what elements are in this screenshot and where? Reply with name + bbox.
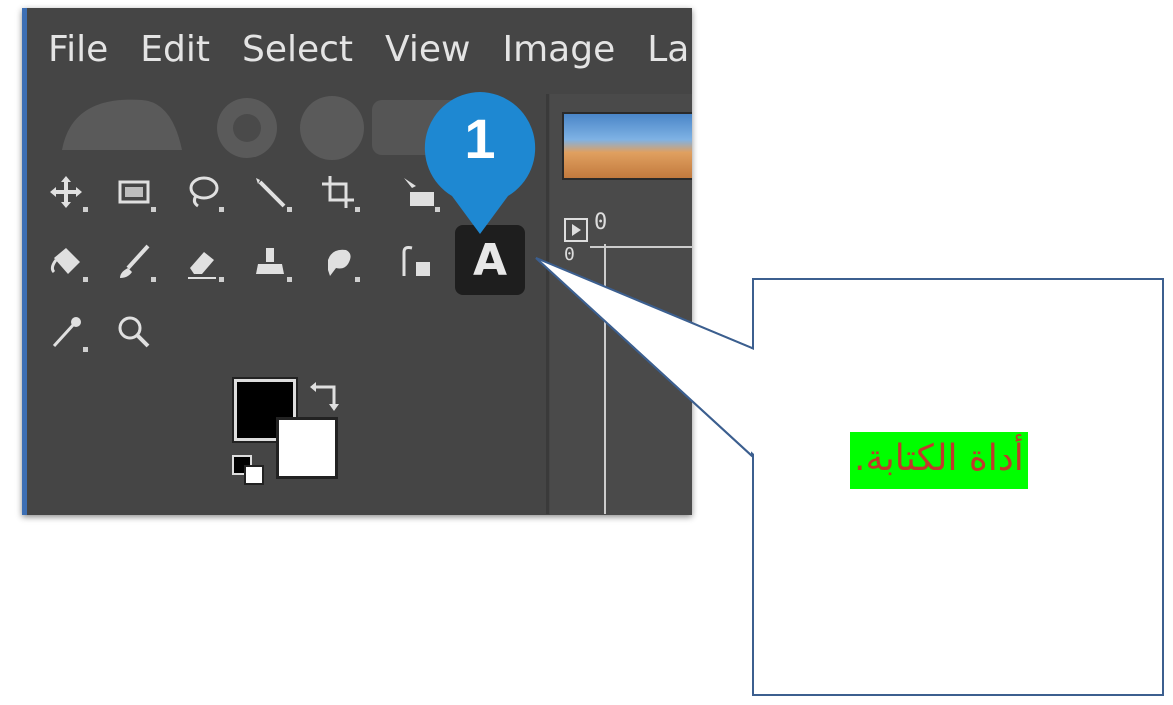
eraser-tool[interactable]: [178, 238, 226, 286]
color-picker-icon: [52, 317, 81, 348]
menu-view[interactable]: View: [385, 29, 470, 70]
ruler-v-label: 0: [564, 244, 575, 265]
paintbrush-icon: [120, 244, 150, 278]
bucket-fill-icon: [50, 248, 80, 274]
text-tool-icon: A: [472, 234, 508, 286]
smudge-tool[interactable]: [314, 238, 362, 286]
eraser-icon: [188, 252, 216, 279]
fuzzy-select-tool[interactable]: [246, 168, 294, 216]
color-picker-tool[interactable]: [42, 308, 90, 356]
zoom-tool[interactable]: [110, 308, 158, 356]
badge-number: 1: [464, 107, 496, 170]
clone-icon: [256, 248, 284, 274]
paintbrush-tool[interactable]: [110, 238, 158, 286]
menu-layer[interactable]: La: [647, 29, 689, 70]
menu-image[interactable]: Image: [502, 29, 615, 70]
fuzzy-select-icon: [256, 178, 286, 208]
menu-edit[interactable]: Edit: [140, 29, 210, 70]
crop-tool[interactable]: [314, 168, 362, 216]
navigate-icon[interactable]: [564, 218, 588, 242]
move-tool[interactable]: [42, 168, 90, 216]
paths-tool[interactable]: [392, 238, 440, 286]
image-panel: 0 0: [550, 94, 692, 515]
menubar: File Edit Select View Image La: [22, 8, 692, 90]
bucket-fill-tool[interactable]: [42, 238, 90, 286]
menu-select[interactable]: Select: [242, 29, 353, 70]
panel-divider: [546, 94, 549, 514]
callout-label: أداة الكتابة.: [850, 432, 1028, 489]
free-select-tool[interactable]: [178, 168, 226, 216]
paths-icon: [402, 246, 430, 276]
color-swatches: [222, 373, 352, 493]
move-icon: [50, 176, 82, 208]
menu-file[interactable]: File: [48, 29, 108, 70]
image-thumbnail[interactable]: [562, 112, 692, 180]
smudge-icon: [328, 249, 351, 276]
free-select-icon: [189, 176, 219, 208]
gimp-window: File Edit Select View Image La A 0 0: [22, 8, 692, 515]
step-badge: 1: [418, 88, 542, 238]
clone-tool[interactable]: [246, 238, 294, 286]
default-colors-bg[interactable]: [244, 465, 264, 485]
rect-select-icon: [118, 180, 150, 204]
background-color[interactable]: [276, 417, 338, 479]
horizontal-ruler: [590, 206, 692, 248]
rect-select-tool[interactable]: [110, 168, 158, 216]
vertical-ruler: [590, 244, 606, 514]
zoom-icon: [118, 316, 150, 348]
crop-icon: [322, 176, 354, 208]
swap-colors-icon[interactable]: [308, 377, 344, 413]
